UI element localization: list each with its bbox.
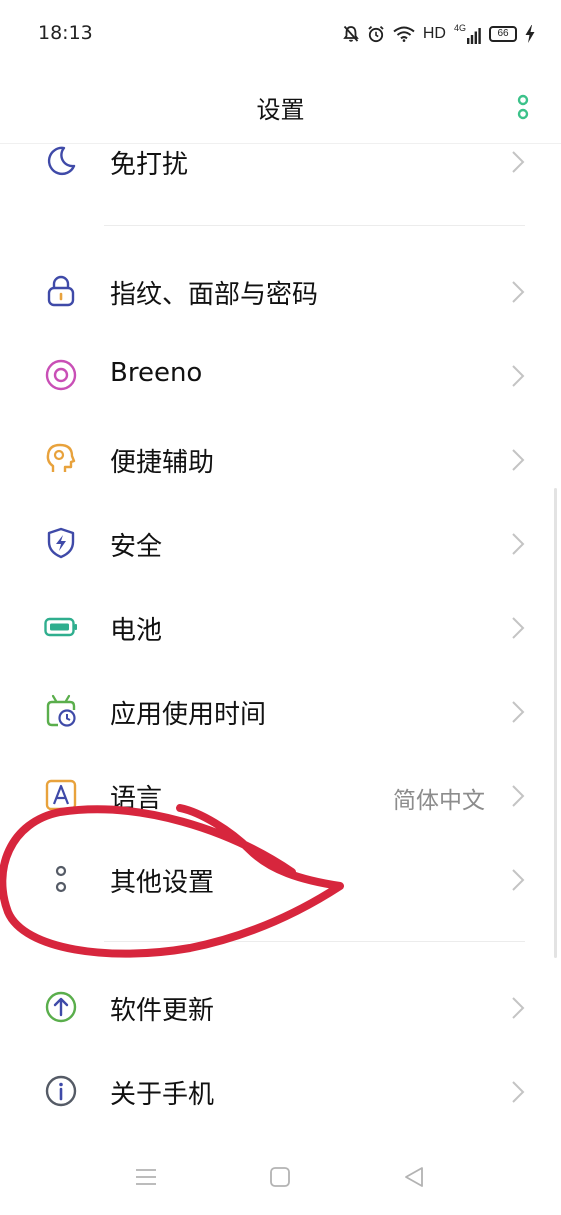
home-button[interactable] bbox=[260, 1159, 300, 1195]
update-icon bbox=[45, 991, 77, 1023]
settings-item-software-update[interactable]: 软件更新 bbox=[0, 966, 561, 1050]
recent-apps-button[interactable] bbox=[126, 1159, 166, 1195]
settings-item-label: 其他设置 bbox=[110, 868, 215, 898]
moon-icon bbox=[47, 146, 76, 176]
chevron-right-icon bbox=[512, 281, 525, 303]
chevron-right-icon bbox=[512, 997, 525, 1019]
alarm-icon bbox=[368, 25, 384, 43]
settings-item-about-phone[interactable]: 关于手机 bbox=[0, 1050, 561, 1134]
language-value: 简体中文 bbox=[393, 788, 485, 814]
chevron-right-icon bbox=[512, 533, 525, 555]
settings-item-label: 指纹、面部与密码 bbox=[110, 280, 319, 310]
back-button[interactable] bbox=[394, 1159, 434, 1195]
lock-icon bbox=[47, 275, 75, 307]
settings-item-security[interactable]: 安全 bbox=[0, 502, 561, 586]
settings-item-label: 语言 bbox=[110, 784, 163, 814]
chevron-right-icon bbox=[512, 365, 525, 387]
chevron-right-icon bbox=[512, 785, 525, 807]
settings-item-label: 电池 bbox=[110, 616, 163, 646]
chevron-right-icon bbox=[512, 449, 525, 471]
settings-item-other-settings[interactable]: 其他设置 bbox=[0, 838, 561, 922]
settings-item-battery[interactable]: 电池 bbox=[0, 586, 561, 670]
status-time: 18:13 bbox=[38, 22, 93, 44]
system-navigation-bar bbox=[0, 1145, 561, 1215]
section-divider bbox=[104, 225, 525, 226]
signal-label: 4G bbox=[453, 23, 466, 33]
mute-bell-icon bbox=[343, 25, 359, 42]
shield-icon bbox=[47, 527, 75, 559]
settings-item-label: Breeno bbox=[110, 358, 203, 388]
language-icon bbox=[45, 779, 77, 811]
network-label: HD bbox=[422, 25, 446, 42]
info-icon bbox=[45, 1075, 77, 1107]
battery-level: 66 bbox=[497, 28, 509, 39]
settings-item-app-usage-time[interactable]: 应用使用时间 bbox=[0, 670, 561, 754]
settings-item-label: 免打扰 bbox=[110, 150, 189, 180]
status-bar: 18:13 HD 4G 66 bbox=[0, 0, 561, 68]
chevron-right-icon bbox=[512, 151, 525, 173]
other-settings-icon bbox=[55, 865, 67, 893]
chevron-right-icon bbox=[512, 617, 525, 639]
app-time-icon bbox=[46, 694, 76, 727]
settings-item-label: 应用使用时间 bbox=[110, 700, 267, 730]
wifi-icon bbox=[393, 26, 415, 42]
settings-item-label: 便捷辅助 bbox=[110, 448, 215, 478]
settings-item-do-not-disturb[interactable]: 免打扰 bbox=[0, 120, 561, 204]
home-icon bbox=[270, 1167, 290, 1187]
chevron-right-icon bbox=[512, 869, 525, 891]
settings-item-breeno[interactable]: Breeno bbox=[0, 334, 561, 418]
battery-indicator: 66 bbox=[489, 26, 517, 42]
assist-head-icon bbox=[46, 443, 76, 472]
status-icons: HD 4G 66 bbox=[343, 20, 535, 48]
settings-item-label: 安全 bbox=[110, 532, 163, 562]
settings-item-label: 软件更新 bbox=[110, 996, 215, 1026]
chevron-right-icon bbox=[512, 1081, 525, 1103]
settings-item-convenience-tools[interactable]: 便捷辅助 bbox=[0, 418, 561, 502]
chevron-right-icon bbox=[512, 701, 525, 723]
menu-icon bbox=[136, 1169, 156, 1185]
charging-icon bbox=[525, 25, 535, 43]
signal-icon: 4G bbox=[454, 24, 481, 44]
more-vertical-icon[interactable] bbox=[515, 94, 531, 122]
settings-item-label: 关于手机 bbox=[110, 1080, 215, 1110]
back-icon bbox=[405, 1167, 423, 1187]
battery-icon bbox=[44, 617, 77, 637]
scrollbar[interactable] bbox=[554, 488, 557, 958]
section-divider bbox=[104, 941, 525, 942]
settings-item-fingerprint-face-password[interactable]: 指纹、面部与密码 bbox=[0, 250, 561, 334]
settings-item-language[interactable]: 语言 简体中文 bbox=[0, 754, 561, 838]
breeno-icon bbox=[45, 359, 77, 391]
